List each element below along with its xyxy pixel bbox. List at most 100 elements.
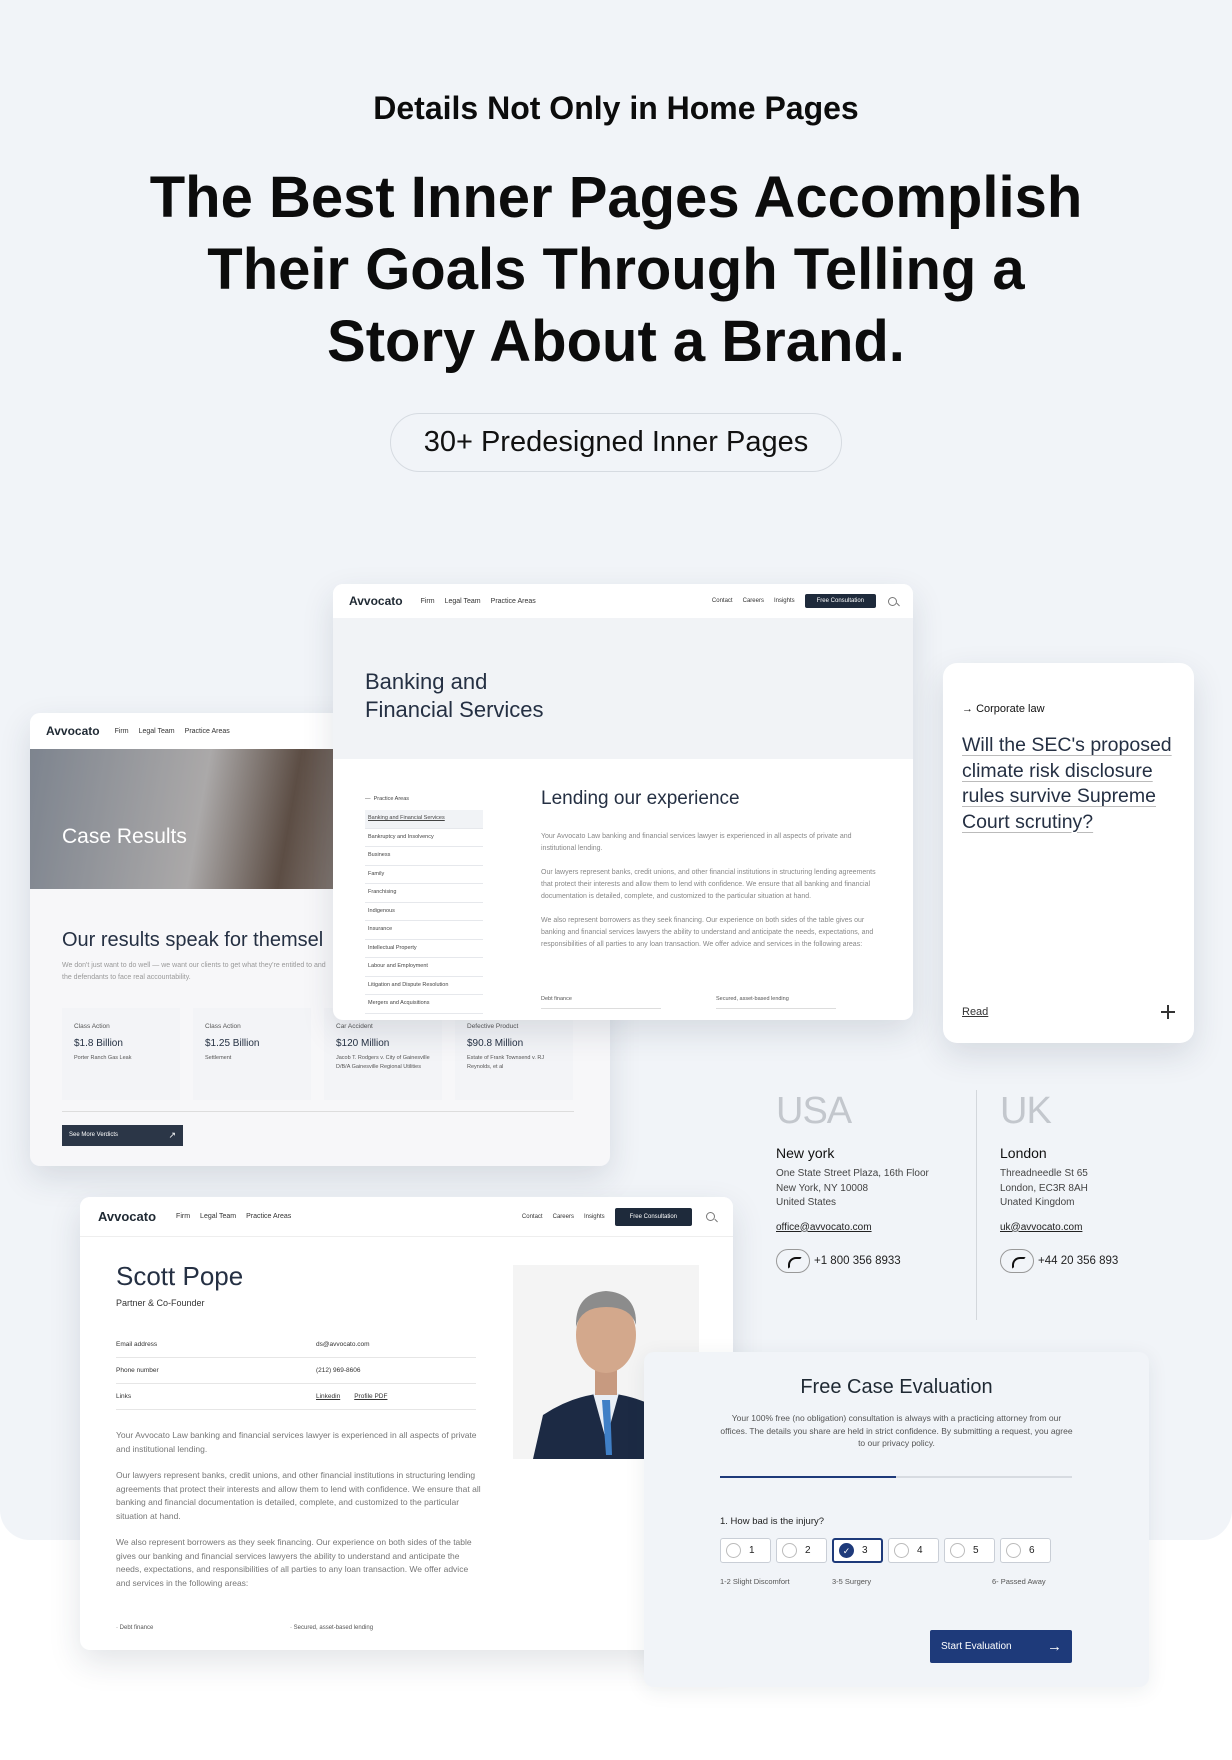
case-results-title: Case Results — [62, 825, 187, 848]
detail-label: Email address — [116, 1341, 158, 1348]
headline-line: Story About a Brand. — [327, 309, 905, 374]
free-consultation-button[interactable]: Free Consultation — [614, 1207, 692, 1226]
article-card[interactable]: → Corporate law Will the SEC's proposed … — [943, 663, 1194, 1043]
logo[interactable]: Avvocato — [98, 1209, 156, 1224]
see-more-verdicts-button[interactable]: See More Verdicts ↗ — [62, 1125, 183, 1146]
plus-icon[interactable] — [1161, 1005, 1175, 1019]
address-line: United States — [776, 1197, 837, 1208]
article-category-label: Corporate law — [976, 703, 1045, 715]
practice-sidebar: — Practice Areas Banking and Financial S… — [365, 791, 483, 1014]
sidebar-item-mergers[interactable]: Mergers and Acquisitions — [365, 995, 483, 1014]
nav-firm[interactable]: Firm — [115, 728, 129, 735]
rating-label: 2 — [805, 1545, 811, 1556]
stat-category: Defective Product — [467, 1023, 519, 1030]
office-email[interactable]: uk@avvocato.com — [1000, 1222, 1200, 1233]
nav-legal-team[interactable]: Legal Team — [445, 598, 481, 605]
rating-option-4[interactable]: 4 — [888, 1538, 939, 1563]
address-line: One State Street Plaza, 16th Floor — [776, 1168, 929, 1179]
radio-icon — [782, 1543, 797, 1558]
nav-legal-team[interactable]: Legal Team — [200, 1213, 236, 1220]
paragraph: Your Avvocato Law banking and financial … — [116, 1430, 477, 1454]
dash-icon: — — [365, 796, 374, 802]
phone-icon — [776, 1248, 810, 1273]
rating-option-5[interactable]: 5 — [944, 1538, 995, 1563]
nav-insights[interactable]: Insights — [584, 1214, 605, 1220]
profile-pdf-link[interactable]: Profile PDF — [354, 1393, 387, 1400]
office-phone[interactable]: +44 20 356 893 — [1000, 1248, 1200, 1273]
nav-firm[interactable]: Firm — [176, 1213, 190, 1220]
address-line: London, EC3R 8AH — [1000, 1182, 1088, 1194]
nav-contact[interactable]: Contact — [522, 1214, 543, 1220]
detail-value[interactable]: ds@avvocato.com — [316, 1341, 370, 1348]
sidebar-item-insurance[interactable]: Insurance — [365, 921, 483, 940]
radio-icon — [894, 1543, 909, 1558]
nav-insights[interactable]: Insights — [774, 598, 795, 604]
sidebar-item-ip[interactable]: Intellectual Property — [365, 940, 483, 958]
nav-practice-areas[interactable]: Practice Areas — [185, 728, 230, 735]
linkedin-link[interactable]: Linkedin — [316, 1393, 340, 1400]
stat-desc: Settlement — [205, 1055, 232, 1061]
office-email[interactable]: office@avvocato.com — [776, 1222, 976, 1233]
office-phone[interactable]: +1 800 356 8933 — [776, 1248, 976, 1273]
sidebar-item-banking[interactable]: Banking and Financial Services — [365, 810, 483, 829]
checkmark-icon: ✓ — [839, 1543, 854, 1558]
rating-label: 5 — [973, 1545, 979, 1556]
detail-label: Links — [116, 1393, 132, 1400]
profile-name: Scott Pope — [116, 1261, 244, 1291]
legend-low: 1-2 Slight Discomfort — [720, 1577, 790, 1586]
read-link[interactable]: Read — [962, 1006, 988, 1018]
phone-number: +44 20 356 893 — [1038, 1254, 1119, 1267]
free-consultation-button[interactable]: Free Consultation — [804, 594, 876, 608]
nav-practice-areas[interactable]: Practice Areas — [491, 598, 536, 605]
nav-careers[interactable]: Careers — [553, 1214, 574, 1220]
sidebar-item-litigation[interactable]: Litigation and Dispute Resolution — [365, 977, 483, 995]
start-evaluation-button[interactable]: Start Evaluation → — [930, 1630, 1072, 1663]
rating-option-6[interactable]: 6 — [1000, 1538, 1051, 1563]
radio-icon — [1006, 1543, 1021, 1558]
paragraph: Our lawyers represent banks, credit unio… — [116, 1470, 481, 1521]
profile-role: Partner & Co-Founder — [116, 1298, 205, 1308]
office-divider — [976, 1090, 977, 1320]
list-item: · Debt finance — [116, 1625, 154, 1631]
logo[interactable]: Avvocato — [46, 724, 100, 738]
navbar: Avvocato Firm Legal Team Practice Areas … — [333, 584, 913, 618]
office-address: Threadneedle St 65 London, EC3R 8AH Unat… — [1000, 1167, 1200, 1211]
case-evaluation-card: Free Case Evaluation Your 100% free (no … — [644, 1352, 1149, 1687]
paragraph: We also represent borrowers as they seek… — [116, 1537, 472, 1588]
rating-label: 6 — [1029, 1545, 1035, 1556]
office-city: New york — [776, 1145, 835, 1161]
stat-card: Class Action $1.8 Billion Porter Ranch G… — [62, 1008, 180, 1100]
nav-legal-team[interactable]: Legal Team — [139, 728, 175, 735]
banking-title: Banking and Financial Services — [365, 668, 544, 724]
sidebar-item-business[interactable]: Business — [365, 847, 483, 866]
nav-contact[interactable]: Contact — [712, 598, 733, 604]
sidebar-item-bankruptcy[interactable]: Bankruptcy and Insolvency — [365, 829, 483, 847]
sidebar-item-franchising[interactable]: Franchising — [365, 884, 483, 903]
list-item-label: Debt finance — [119, 1625, 154, 1631]
arrow-up-right-icon: ↗ — [168, 1130, 176, 1140]
list-item: Secured, asset-based lending — [716, 996, 836, 1009]
rating-option-3[interactable]: ✓ 3 — [832, 1538, 883, 1563]
divider — [62, 1111, 574, 1112]
rating-option-1[interactable]: 1 — [720, 1538, 771, 1563]
logo[interactable]: Avvocato — [349, 594, 403, 608]
sidebar-item-family[interactable]: Family — [365, 866, 483, 884]
nav-careers[interactable]: Careers — [743, 598, 764, 604]
paragraph: We also represent borrowers as they seek… — [541, 917, 874, 948]
detail-value[interactable]: (212) 969-8606 — [316, 1367, 360, 1374]
nav-firm[interactable]: Firm — [421, 598, 435, 605]
profile-details: Email address ds@avvocato.com Phone numb… — [116, 1332, 476, 1410]
article-title[interactable]: Will the SEC's proposed climate risk dis… — [962, 733, 1177, 835]
nav-practice-areas[interactable]: Practice Areas — [246, 1213, 291, 1220]
button-label: Start Evaluation — [941, 1641, 1012, 1652]
search-icon[interactable] — [706, 1212, 715, 1221]
sidebar-item-labour[interactable]: Labour and Employment — [365, 958, 483, 977]
sidebar-item-indigenous[interactable]: Indigenous — [365, 903, 483, 921]
rating-label: 3 — [862, 1545, 868, 1556]
stat-desc: Jacob T. Rodgers v. City of Gainesville … — [336, 1055, 430, 1070]
search-icon[interactable] — [888, 596, 897, 606]
rating-option-2[interactable]: 2 — [776, 1538, 827, 1563]
arrow-right-icon: → — [1047, 1638, 1062, 1655]
arrow-right-icon: → — [962, 703, 977, 715]
banking-hero: Banking and Financial Services — [333, 618, 913, 759]
